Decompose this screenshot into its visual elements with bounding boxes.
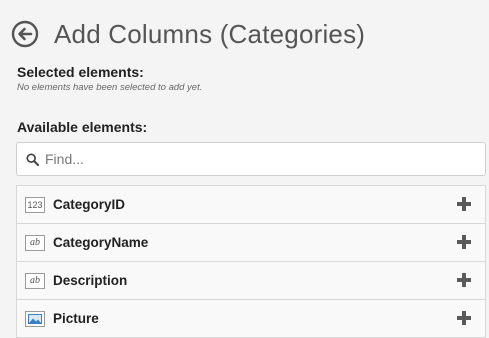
available-elements-list: 123 CategoryID ab CategoryName ab Descri…	[16, 185, 486, 338]
add-icon[interactable]	[457, 273, 471, 287]
add-icon[interactable]	[457, 197, 471, 211]
available-elements-label: Available elements:	[17, 119, 148, 135]
add-icon[interactable]	[457, 235, 471, 249]
selected-elements-label: Selected elements:	[17, 64, 144, 80]
list-item-label: CategoryName	[53, 235, 149, 250]
numeric-type-icon: 123	[25, 196, 45, 213]
image-type-icon	[25, 310, 45, 327]
list-item[interactable]: ab CategoryName	[16, 224, 486, 262]
list-item-label: CategoryID	[53, 197, 126, 212]
list-item-label: Picture	[53, 311, 99, 326]
header: Add Columns (Categories)	[10, 14, 365, 54]
search-input[interactable]	[45, 151, 465, 167]
list-item[interactable]: ab Description	[16, 262, 486, 300]
selected-empty-hint: No elements have been selected to add ye…	[17, 82, 203, 93]
search-box[interactable]	[16, 142, 486, 176]
search-icon	[26, 152, 39, 166]
list-item[interactable]: 123 CategoryID	[16, 186, 486, 224]
text-type-icon: ab	[25, 234, 45, 251]
list-item[interactable]: Picture	[16, 300, 486, 338]
add-icon[interactable]	[457, 311, 471, 325]
page-title: Add Columns (Categories)	[54, 18, 366, 49]
text-type-icon: ab	[25, 272, 45, 289]
list-item-label: Description	[53, 273, 128, 288]
back-arrow-icon	[11, 20, 39, 48]
back-button[interactable]	[10, 19, 40, 49]
